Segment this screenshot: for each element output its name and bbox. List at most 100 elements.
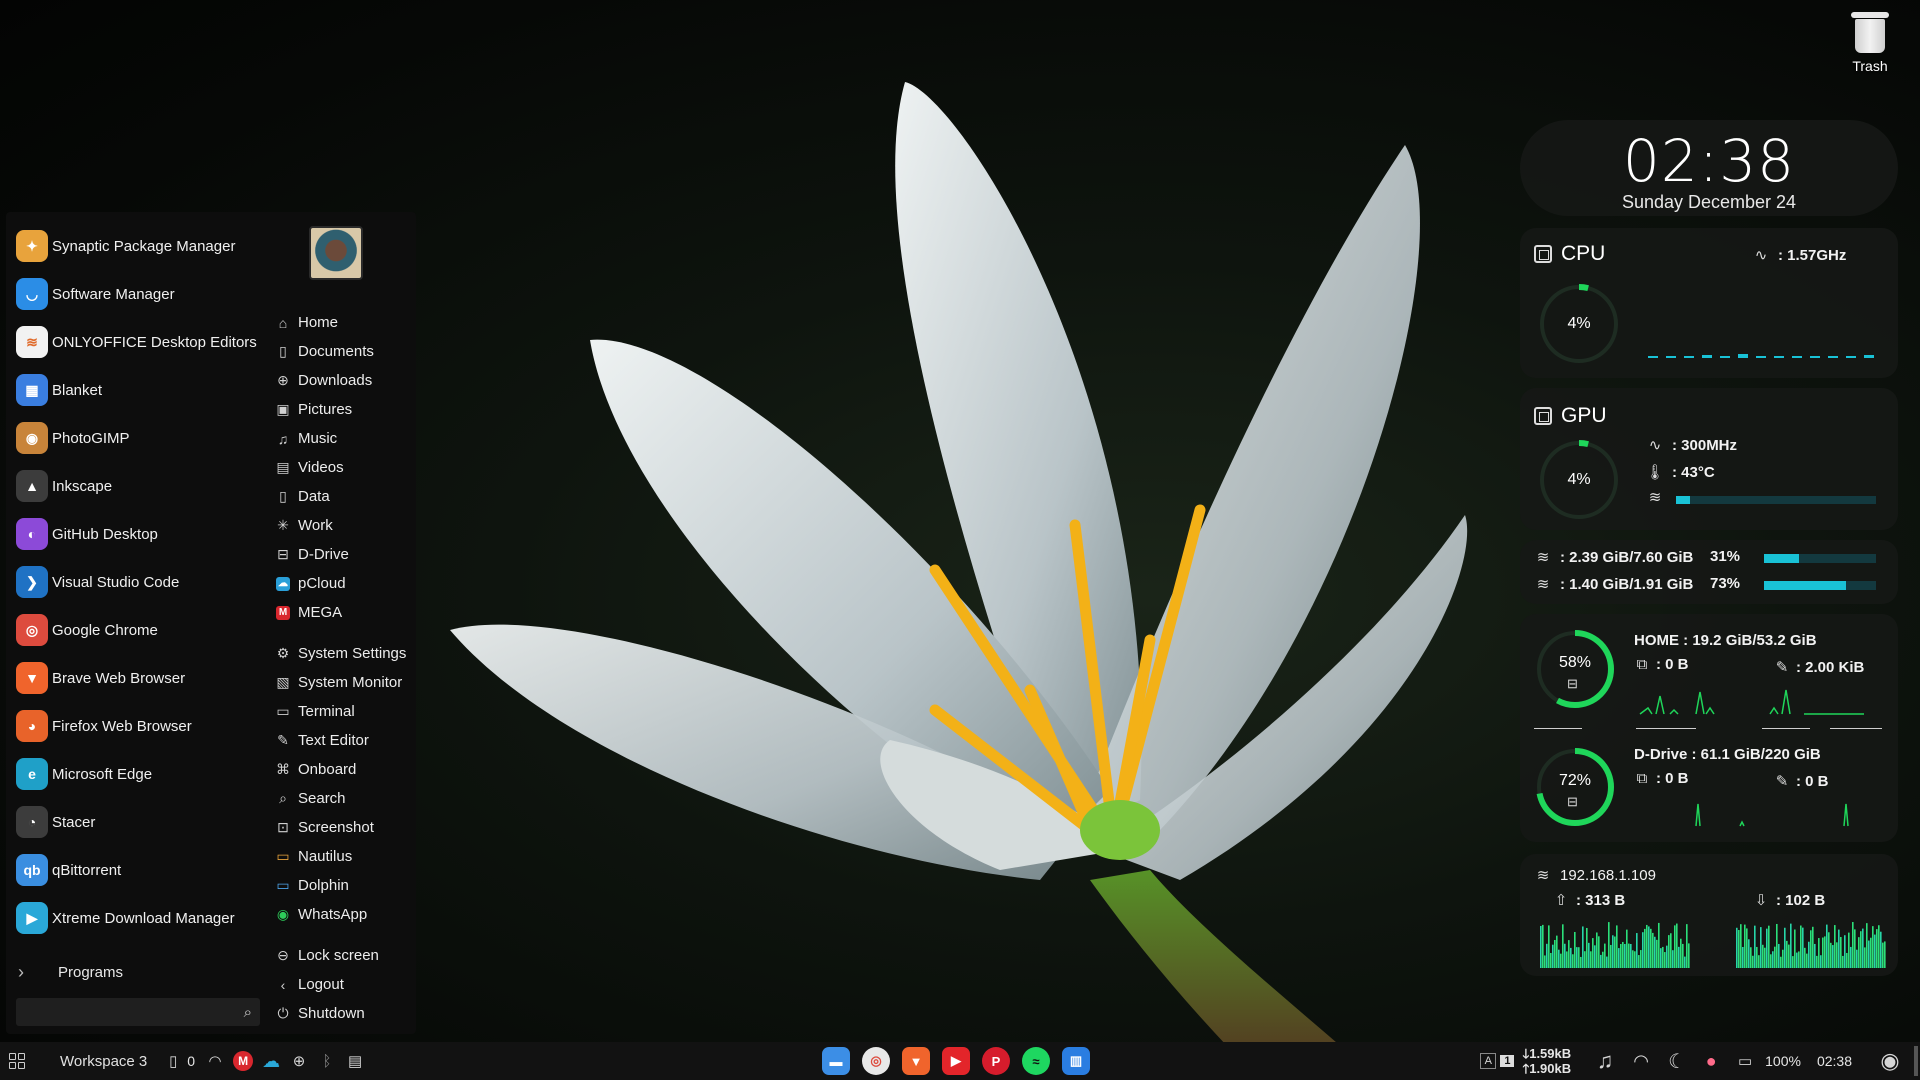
menu-search-input[interactable] xyxy=(24,1004,214,1020)
menu-place-item[interactable]: ⊕ Downloads xyxy=(272,366,412,395)
pcloud-tray-icon[interactable]: ☁ xyxy=(257,1042,285,1080)
app-grid-button[interactable] xyxy=(0,1042,34,1080)
home-disk-io-graph xyxy=(1639,689,1864,715)
mega-tray-icon[interactable]: M xyxy=(229,1042,257,1080)
bluetooth-icon[interactable]: ᛒ xyxy=(313,1042,341,1080)
youtube-icon[interactable]: ▶ xyxy=(942,1047,970,1075)
trash-desktop-icon[interactable]: Trash xyxy=(1836,10,1904,74)
night-light-icon[interactable]: ☾ xyxy=(1663,1042,1691,1080)
traffic-bar xyxy=(1616,925,1618,968)
lock-icon: ⊖ xyxy=(277,947,289,963)
taskbar-clock[interactable]: 02:38 xyxy=(1817,1053,1852,1069)
traffic-bar xyxy=(1738,930,1740,968)
keyboard-layout-indicator[interactable]: 1 xyxy=(1500,1055,1515,1067)
clock-time: 02:38 xyxy=(1622,127,1796,195)
traffic-bar xyxy=(1832,945,1834,968)
menu-app-label: Firefox Web Browser xyxy=(52,717,192,735)
user-avatar[interactable] xyxy=(309,226,363,280)
menu-place-item[interactable]: ⊡ Screenshot xyxy=(272,813,412,842)
brave-icon[interactable]: ▼ xyxy=(902,1047,930,1075)
traffic-bar xyxy=(1614,936,1616,968)
traffic-bar xyxy=(1638,955,1640,968)
user-account-icon[interactable]: ◉ xyxy=(1876,1042,1904,1080)
menu-app-item[interactable]: ◕ Firefox Web Browser xyxy=(16,702,264,750)
thermometer-icon: 🌡︎ xyxy=(1645,464,1665,481)
menu-place-item[interactable]: ⏻ Shutdown xyxy=(272,999,412,1028)
menu-place-item[interactable]: ⊟ D-Drive xyxy=(272,540,412,569)
pulse-icon: ∿ xyxy=(1648,437,1662,454)
show-desktop-button[interactable] xyxy=(1914,1046,1918,1076)
menu-place-label: Home xyxy=(298,314,339,331)
traffic-bar xyxy=(1570,947,1572,968)
menu-place-item[interactable]: ▯ Documents xyxy=(272,337,412,366)
menu-place-item[interactable]: ▭ Terminal xyxy=(272,697,412,726)
menu-place-item[interactable]: ▤ Videos xyxy=(272,453,412,482)
programs-button[interactable]: › Programs xyxy=(18,962,123,983)
menu-app-item[interactable]: qb qBittorrent xyxy=(16,846,264,894)
upload-icon: ⇧ xyxy=(1554,892,1568,909)
vpn-icon[interactable]: ⊕ xyxy=(285,1042,313,1080)
menu-place-label: Logout xyxy=(298,976,344,993)
music-note-icon[interactable]: ♫ xyxy=(1591,1042,1619,1080)
menu-app-item[interactable]: e Microsoft Edge xyxy=(16,750,264,798)
menu-place-item[interactable]: ▧ System Monitor xyxy=(272,668,412,697)
traffic-bar xyxy=(1646,924,1648,968)
menu-place-item[interactable]: ✎ Text Editor xyxy=(272,726,412,755)
traffic-bar xyxy=(1784,927,1786,968)
menu-app-item[interactable]: ≋ ONLYOFFICE Desktop Editors xyxy=(16,318,264,366)
layers-icon: ≋ xyxy=(1536,549,1550,566)
traffic-bar xyxy=(1598,936,1600,968)
menu-app-item[interactable]: ◉ PhotoGIMP xyxy=(16,414,264,462)
menu-place-item[interactable]: ▣ Pictures xyxy=(272,395,412,424)
google-chrome-icon: ◎ xyxy=(16,614,48,646)
phone-icon[interactable]: ▯ xyxy=(159,1042,187,1080)
menu-place-item[interactable]: ✳ Work xyxy=(272,511,412,540)
menu-place-item[interactable]: M MEGA xyxy=(272,598,412,627)
workspace-indicator[interactable]: Workspace 3 xyxy=(60,1053,147,1070)
menu-app-item[interactable]: ◎ Google Chrome xyxy=(16,606,264,654)
network-speed-indicator[interactable]: 🡓1.59kB 🡑1.90kB xyxy=(1522,1046,1571,1076)
menu-place-item[interactable]: ▭ Dolphin xyxy=(272,871,412,900)
data-icon: ▯ xyxy=(279,488,287,504)
battery-charging-icon[interactable]: ▭ xyxy=(1731,1042,1759,1080)
menu-place-label: pCloud xyxy=(298,575,346,592)
notification-bell-icon[interactable]: ◠ xyxy=(201,1042,229,1080)
pinterest-icon[interactable]: P xyxy=(982,1047,1010,1075)
menu-app-item[interactable]: ▼ Brave Web Browser xyxy=(16,654,264,702)
menu-place-item[interactable]: ▭ Nautilus xyxy=(272,842,412,871)
spotify-icon[interactable]: ≈ xyxy=(1022,1047,1050,1075)
menu-place-item[interactable]: ♫ Music xyxy=(272,424,412,453)
menu-place-item[interactable]: ⊖ Lock screen xyxy=(272,941,412,970)
menu-place-label: WhatsApp xyxy=(298,906,368,923)
files-icon[interactable]: ▬ xyxy=(822,1047,850,1075)
menu-app-item[interactable]: ▲ Inkscape xyxy=(16,462,264,510)
traffic-bar xyxy=(1640,950,1642,968)
notes-icon[interactable]: ▤ xyxy=(341,1042,369,1080)
google-chrome-icon[interactable]: ◎ xyxy=(862,1047,890,1075)
menu-app-item[interactable]: ◡ Software Manager xyxy=(16,270,264,318)
menu-place-item[interactable]: ⚙ System Settings xyxy=(272,639,412,668)
music-icon: ♫ xyxy=(277,430,289,447)
menu-app-item[interactable]: ✦ Synaptic Package Manager xyxy=(16,222,264,270)
menu-place-item[interactable]: ▯ Data xyxy=(272,482,412,511)
wifi-icon[interactable]: ◠ xyxy=(1627,1042,1655,1080)
menu-app-label: Inkscape xyxy=(52,477,113,495)
menu-app-item[interactable]: ◐ GitHub Desktop xyxy=(16,510,264,558)
traffic-bar xyxy=(1806,953,1808,968)
location-pin-icon[interactable]: ● xyxy=(1697,1042,1725,1080)
keyboard-layout-icon[interactable]: A xyxy=(1480,1053,1497,1069)
menu-place-item[interactable]: ☁ pCloud xyxy=(272,569,412,598)
menu-place-item[interactable]: ‹ Logout xyxy=(272,970,412,999)
menu-app-item[interactable]: ▦ Blanket xyxy=(16,366,264,414)
traffic-bar xyxy=(1610,944,1612,968)
menu-place-item[interactable]: ⌕ Search xyxy=(272,784,412,813)
menu-app-item[interactable]: ❯ Visual Studio Code xyxy=(16,558,264,606)
search-icon[interactable]: ⌕ xyxy=(244,1004,252,1021)
menu-place-item[interactable]: ⌂ Home xyxy=(272,308,412,337)
menu-place-item[interactable]: ◉ WhatsApp xyxy=(272,900,412,929)
trello-icon[interactable]: ▥ xyxy=(1062,1047,1090,1075)
traffic-bar xyxy=(1746,928,1748,968)
menu-app-item[interactable]: ▶ Xtreme Download Manager xyxy=(16,894,264,942)
menu-place-item[interactable]: ⌘ Onboard xyxy=(272,755,412,784)
menu-app-item[interactable]: ◔ Stacer xyxy=(16,798,264,846)
